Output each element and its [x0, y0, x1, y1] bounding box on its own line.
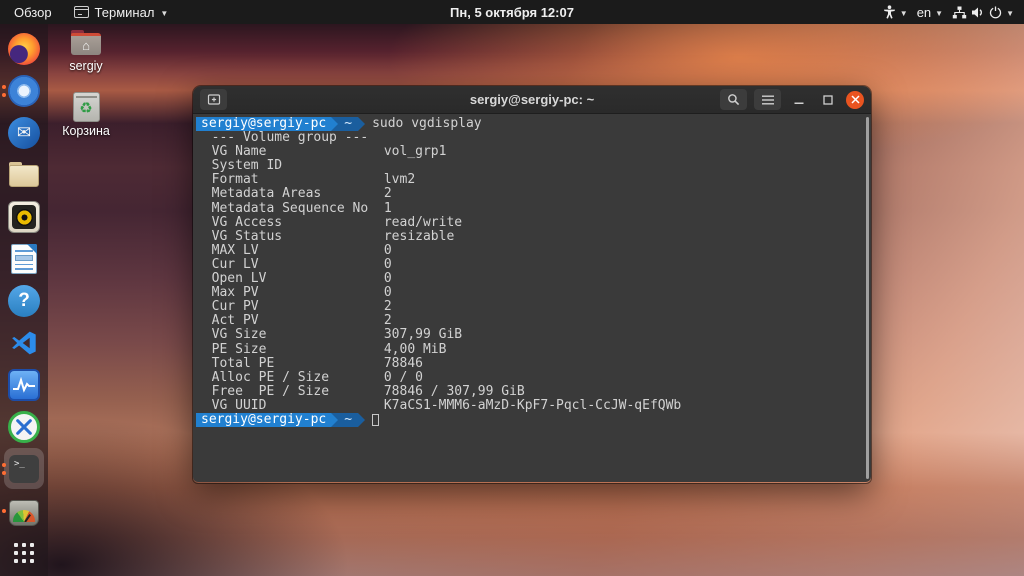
powerline-arrow-icon	[331, 117, 339, 131]
files-folder-icon	[8, 159, 40, 191]
powerline-arrow-icon	[358, 117, 366, 131]
document-icon	[11, 244, 37, 274]
window-titlebar[interactable]: sergiy@sergiy-pc: ~	[193, 86, 871, 114]
running-indicator	[2, 70, 6, 112]
desktop-icon-label: Корзина	[62, 124, 110, 138]
desktop-icon-label: sergiy	[69, 59, 103, 73]
speaker-icon	[8, 201, 40, 233]
terminal-output: --- Volume group --- VG Name vol_grp1 Sy…	[211, 130, 682, 413]
chevron-down-icon: ▼	[899, 8, 908, 18]
accessibility-menu[interactable]: ▼	[883, 5, 908, 19]
thunderbird-icon: ✉	[8, 117, 40, 149]
dock: ✉ ? >_	[0, 24, 48, 576]
firefox-icon	[8, 33, 40, 65]
search-button[interactable]	[720, 89, 747, 110]
prompt-path: ~	[338, 412, 359, 428]
close-button[interactable]	[846, 90, 864, 109]
dock-item-system-monitor[interactable]	[0, 364, 48, 406]
top-bar: Обзор Терминал ▼ Пн, 5 октября 12:07 ▼ e…	[0, 0, 1024, 24]
system-menu[interactable]: ▼	[952, 6, 1014, 19]
chromium-icon	[8, 75, 40, 107]
waveform-icon	[8, 369, 40, 401]
dock-item-x-client[interactable]	[0, 406, 48, 448]
gauge-icon	[9, 499, 39, 526]
desktop-icon-trash[interactable]: ♻ Корзина	[50, 92, 122, 138]
screen: Обзор Терминал ▼ Пн, 5 октября 12:07 ▼ e…	[0, 0, 1024, 576]
command-text: sudo vgdisplay	[372, 116, 482, 131]
prompt-line-1: sergiy@sergiy-pc ~ sudo vgdisplay	[196, 116, 871, 132]
running-indicator	[2, 490, 6, 532]
prompt-user: sergiy@sergiy-pc	[196, 116, 332, 132]
accessibility-icon	[883, 5, 895, 19]
dock-item-terminal[interactable]: >_	[0, 448, 48, 490]
home-folder-icon: ⌂	[70, 27, 102, 57]
chevron-down-icon: ▼	[935, 8, 944, 18]
chevron-down-icon: ▼	[1006, 8, 1014, 18]
dock-item-files[interactable]	[0, 154, 48, 196]
chevron-down-icon: ▼	[160, 8, 169, 18]
powerline-arrow-icon	[358, 412, 366, 427]
menu-button[interactable]	[754, 89, 781, 110]
prompt-path: ~	[338, 116, 359, 132]
dock-item-gauge-app[interactable]	[0, 490, 48, 532]
terminal-screen[interactable]: sergiy@sergiy-pc ~ sudo vgdisplay --- Vo…	[193, 114, 871, 482]
maximize-button[interactable]	[817, 89, 839, 110]
prompt-line-2: sergiy@sergiy-pc ~	[196, 412, 871, 428]
network-icon	[952, 6, 967, 18]
crossed-arrows-icon	[8, 411, 40, 443]
terminal-cursor	[372, 414, 380, 427]
powerline-arrow-icon	[331, 412, 339, 427]
question-mark-icon: ?	[8, 285, 40, 317]
dock-item-thunderbird[interactable]: ✉	[0, 112, 48, 154]
dock-item-rhythmbox[interactable]	[0, 196, 48, 238]
keyboard-layout-label: en	[916, 4, 932, 20]
app-menu[interactable]: Терминал ▼	[73, 4, 169, 20]
terminal-icon: >_	[9, 455, 39, 483]
terminal-window: sergiy@sergiy-pc: ~ sergiy@sergiy-pc ~ s…	[193, 86, 871, 483]
keyboard-layout-menu[interactable]: en ▼	[917, 5, 943, 20]
maximize-icon	[823, 94, 833, 105]
running-indicator	[2, 448, 6, 490]
app-menu-label: Терминал	[94, 4, 155, 20]
minimize-icon	[794, 102, 804, 104]
new-tab-icon	[207, 94, 220, 105]
dock-item-firefox[interactable]	[0, 28, 48, 70]
desktop-icon-home[interactable]: ⌂ sergiy	[50, 27, 122, 73]
hamburger-icon	[761, 95, 774, 104]
search-icon	[728, 94, 740, 106]
volume-icon	[972, 7, 983, 17]
terminal-window-icon	[73, 6, 89, 18]
dock-item-show-applications[interactable]	[0, 532, 48, 574]
dock-item-help[interactable]: ?	[0, 280, 48, 322]
prompt-user: sergiy@sergiy-pc	[196, 412, 332, 428]
minimize-button[interactable]	[788, 89, 810, 110]
dock-item-libreoffice-writer[interactable]	[0, 238, 48, 280]
new-tab-button[interactable]	[200, 89, 227, 110]
close-icon	[850, 95, 860, 104]
dock-item-chromium[interactable]	[0, 70, 48, 112]
trash-icon: ♻	[72, 92, 100, 122]
power-icon	[989, 6, 1002, 18]
terminal-scrollbar[interactable]	[866, 117, 869, 479]
activities-button[interactable]: Обзор	[10, 5, 56, 20]
dock-item-vscode[interactable]	[0, 322, 48, 364]
vscode-icon	[8, 327, 40, 359]
app-grid-icon	[14, 543, 34, 563]
